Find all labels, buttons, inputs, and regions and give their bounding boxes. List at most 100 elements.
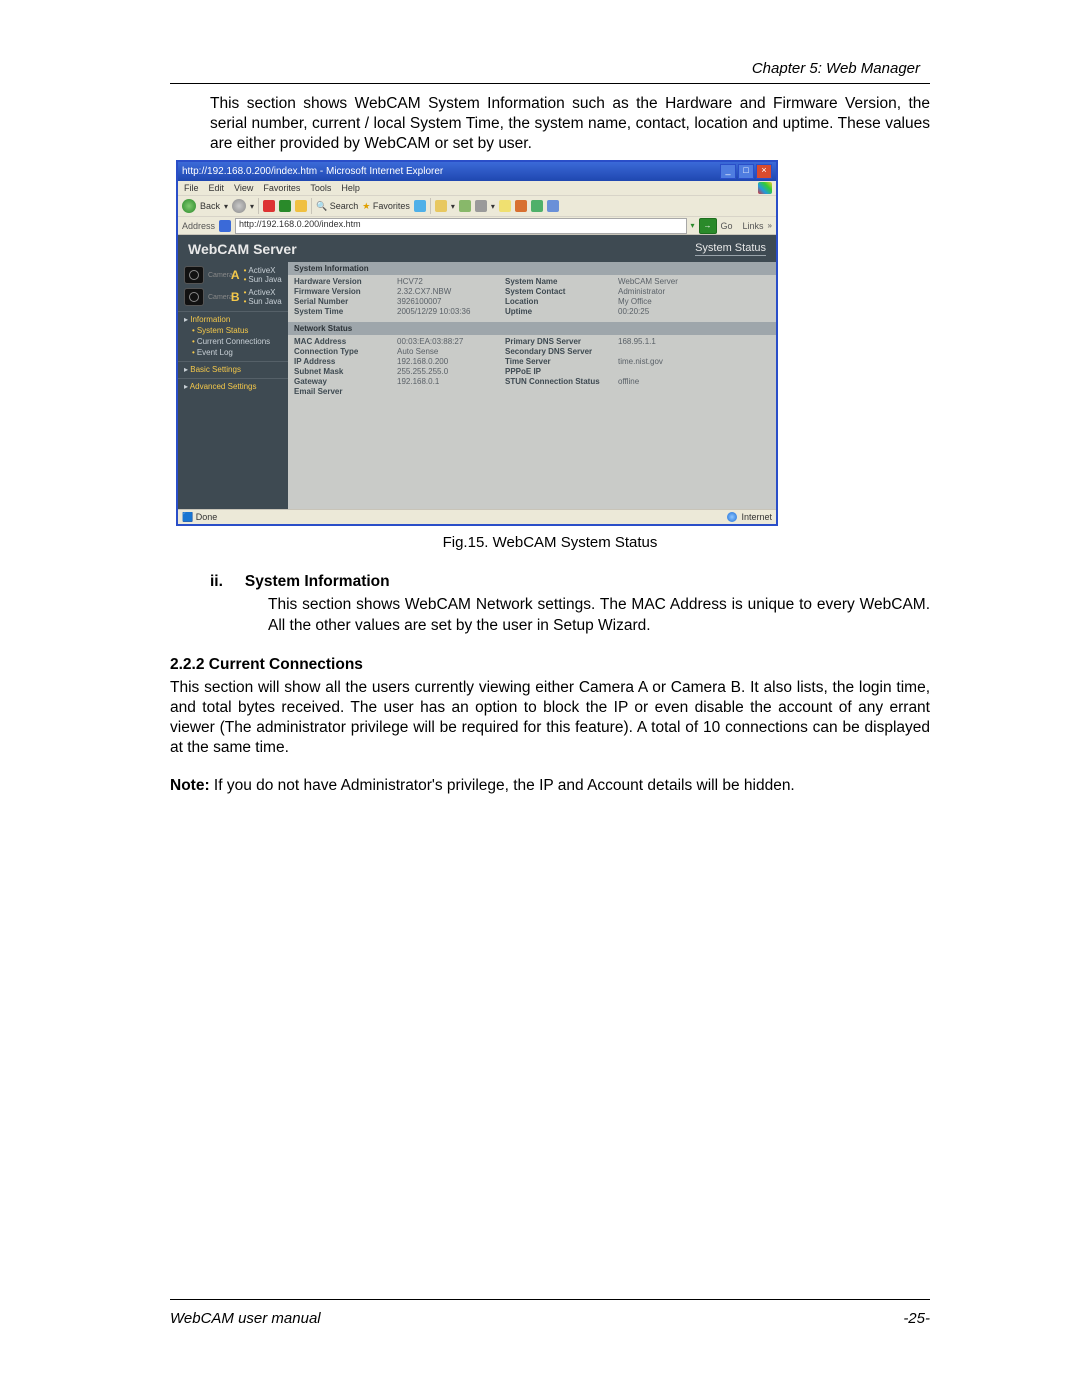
sidebar-cam-b-activex[interactable]: •ActiveX	[244, 288, 282, 297]
field-value: Auto Sense	[397, 347, 497, 356]
menu-edit[interactable]: Edit	[209, 183, 225, 193]
menu-file[interactable]: File	[184, 183, 199, 193]
globe-icon	[727, 512, 737, 522]
panel-body-sysinfo: Hardware VersionHCV72System NameWebCAM S…	[288, 275, 776, 322]
page-icon	[219, 220, 231, 232]
menu-favorites[interactable]: Favorites	[263, 183, 300, 193]
mail-icon[interactable]	[435, 200, 447, 212]
camera-label: Camera	[208, 294, 233, 301]
sidebar: Camera A •ActiveX •Sun Java Camera	[178, 262, 288, 509]
history-icon[interactable]	[414, 200, 426, 212]
field-value: 255.255.255.0	[397, 367, 497, 376]
field-label: Connection Type	[294, 347, 389, 356]
window-titlebar: http://192.168.0.200/index.htm - Microso…	[178, 162, 776, 180]
home-icon[interactable]	[295, 200, 307, 212]
forward-icon[interactable]	[232, 199, 246, 213]
sidebar-section-basic[interactable]: ▸ Basic Settings	[178, 361, 288, 375]
field-label: MAC Address	[294, 337, 389, 346]
sidebar-cam-a-activex[interactable]: •ActiveX	[244, 266, 282, 275]
camera-b-block: Camera B •ActiveX •Sun Java	[178, 286, 288, 308]
favorites-button[interactable]: ★ Favorites	[362, 201, 410, 212]
sidebar-cam-b-sunjava[interactable]: •Sun Java	[244, 297, 282, 306]
field-value	[397, 387, 497, 396]
chapter-header: Chapter 5: Web Manager	[170, 60, 930, 77]
section-ii-title: System Information	[245, 573, 390, 591]
sidebar-cam-a-sunjava[interactable]: •Sun Java	[244, 275, 282, 284]
field-label: Time Server	[505, 357, 610, 366]
field-value: HCV72	[397, 277, 497, 286]
content-area: System Information Hardware VersionHCV72…	[288, 262, 776, 509]
minimize-button[interactable]: _	[720, 164, 736, 179]
field-label: System Time	[294, 307, 389, 316]
field-label	[505, 387, 610, 396]
edit-icon[interactable]	[475, 200, 487, 212]
section-222-p1: This section will show all the users cur…	[170, 678, 930, 759]
field-value: 168.95.1.1	[618, 337, 770, 346]
field-value: 00:03:EA:03:88:27	[397, 337, 497, 346]
search-button[interactable]: 🔍 Search	[316, 201, 358, 212]
toolbar-icon-1[interactable]	[499, 200, 511, 212]
menu-bar: File Edit View Favorites Tools Help	[178, 181, 776, 196]
field-label: System Name	[505, 277, 610, 286]
field-label: System Contact	[505, 287, 610, 296]
menu-view[interactable]: View	[234, 183, 253, 193]
toolbar-icon-3[interactable]	[531, 200, 543, 212]
field-value: 3926100007	[397, 297, 497, 306]
address-bar: Address http://192.168.0.200/index.htm ▾…	[178, 217, 776, 234]
maximize-button[interactable]: □	[738, 164, 754, 179]
page-title: System Status	[695, 242, 766, 256]
print-icon[interactable]	[459, 200, 471, 212]
close-button[interactable]: ×	[756, 164, 772, 179]
field-value: 2005/12/29 10:03:36	[397, 307, 497, 316]
camera-a-block: Camera A •ActiveX •Sun Java	[178, 264, 288, 286]
camera-b-letter: B	[231, 290, 240, 304]
footer-right: -25-	[903, 1310, 930, 1327]
stop-icon[interactable]	[263, 200, 275, 212]
toolbar: Back ▾ ▾ 🔍 Search ★ Favorites ▾	[178, 195, 776, 217]
toolbar-icon-4[interactable]	[547, 200, 559, 212]
field-label: PPPoE IP	[505, 367, 610, 376]
sidebar-link-event-log[interactable]: •Event Log	[178, 347, 288, 358]
menu-tools[interactable]: Tools	[310, 183, 331, 193]
app-header: WebCAM Server System Status	[178, 235, 776, 262]
field-value: 00:20:25	[618, 307, 770, 316]
back-icon[interactable]	[182, 199, 196, 213]
field-label: IP Address	[294, 357, 389, 366]
address-input[interactable]: http://192.168.0.200/index.htm	[235, 218, 686, 234]
sidebar-section-advanced[interactable]: ▸ Advanced Settings	[178, 378, 288, 392]
panel-title-sysinfo: System Information	[288, 262, 776, 275]
window-title: http://192.168.0.200/index.htm - Microso…	[182, 166, 443, 177]
section-ii-text: This section shows WebCAM Network settin…	[268, 595, 930, 635]
field-label: Primary DNS Server	[505, 337, 610, 346]
header-rule	[170, 83, 930, 84]
field-label: Serial Number	[294, 297, 389, 306]
back-label[interactable]: Back	[200, 201, 220, 211]
field-value: 2.32.CX7.NBW	[397, 287, 497, 296]
field-label: Gateway	[294, 377, 389, 386]
field-label: Firmware Version	[294, 287, 389, 296]
go-button[interactable]: →	[699, 218, 717, 234]
camera-icon	[184, 266, 204, 284]
field-label: Location	[505, 297, 610, 306]
field-value	[618, 367, 770, 376]
browser-statusbar: 🟦 Done Internet	[178, 509, 776, 525]
field-label: STUN Connection Status	[505, 377, 610, 386]
go-label: Go	[721, 221, 733, 231]
sidebar-section-information[interactable]: ▸ Information	[178, 311, 288, 325]
status-zone: Internet	[741, 512, 772, 522]
menu-help[interactable]: Help	[341, 183, 360, 193]
panel-body-netstatus: MAC Address 00:03:EA:03:88:27 Primary DNS …	[288, 335, 776, 402]
footer-left: WebCAM user manual	[170, 1310, 321, 1327]
refresh-icon[interactable]	[279, 200, 291, 212]
ie-logo-icon	[758, 182, 772, 194]
camera-label: Camera	[208, 272, 233, 279]
links-label[interactable]: Links	[743, 221, 764, 231]
sidebar-link-current-connections[interactable]: •Current Connections	[178, 336, 288, 347]
field-value: 192.168.0.1	[397, 377, 497, 386]
section-222-note: Note: If you do not have Administrator's…	[170, 776, 930, 796]
sidebar-link-system-status[interactable]: •System Status	[178, 325, 288, 336]
field-value	[618, 387, 770, 396]
field-value: My Office	[618, 297, 770, 306]
status-done: 🟦 Done	[182, 512, 217, 523]
toolbar-icon-2[interactable]	[515, 200, 527, 212]
